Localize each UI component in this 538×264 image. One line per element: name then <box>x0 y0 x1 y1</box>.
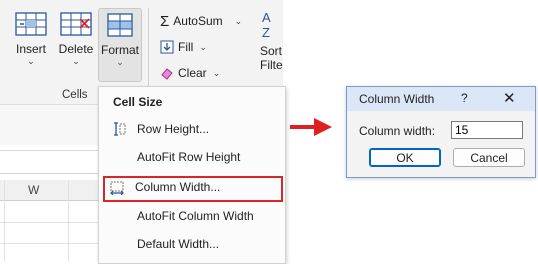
sort-filter-button[interactable]: AZ Sort Filte <box>256 10 283 80</box>
group-divider <box>148 8 149 98</box>
chevron-down-icon: ⌄ <box>116 57 124 67</box>
format-menu: Cell Size Row Height... AutoFit Row Heig… <box>98 86 286 264</box>
delete-label: Delete <box>58 42 94 56</box>
insert-button[interactable]: Insert ⌄ <box>10 8 52 80</box>
ribbon-bottom-strip <box>0 104 98 145</box>
help-icon[interactable]: ? <box>461 91 468 105</box>
formula-bar[interactable] <box>0 150 100 174</box>
autosum-button[interactable]: Σ AutoSum ⌄ <box>160 12 242 30</box>
arrow-right-icon <box>314 118 332 136</box>
chevron-down-icon: ⌄ <box>234 15 243 26</box>
gridline <box>0 243 98 244</box>
gridline <box>68 180 69 262</box>
chevron-down-icon: ⌄ <box>212 67 221 78</box>
menu-item-label: Row Height... <box>137 122 210 136</box>
gridline <box>0 222 98 223</box>
fill-button[interactable]: Fill ⌄ <box>160 38 207 56</box>
dialog-title: Column Width <box>359 92 435 106</box>
eraser-icon <box>161 68 173 80</box>
clear-button[interactable]: Clear ⌄ <box>160 64 220 82</box>
fill-down-icon <box>160 40 174 54</box>
menu-item-row-height[interactable]: Row Height... <box>105 118 279 140</box>
filter-label: Filte <box>260 58 283 72</box>
menu-item-label: AutoFit Row Height <box>137 150 241 164</box>
dialog-title-bar: Column Width ? ✕ <box>347 87 535 111</box>
delete-cells-icon <box>60 12 92 36</box>
cells-group-label: Cells <box>62 89 88 101</box>
column-width-dialog: Column Width ? ✕ Column width: OK Cancel <box>346 86 536 178</box>
menu-item-label: Default Width... <box>137 237 220 251</box>
menu-item-label: AutoFit Column Width <box>137 209 254 223</box>
cancel-button[interactable]: Cancel <box>453 148 525 167</box>
column-header-label: W <box>28 183 40 197</box>
sort-az-icon: AZ <box>262 10 272 40</box>
delete-button[interactable]: Delete ⌄ <box>56 8 96 80</box>
close-icon[interactable]: ✕ <box>503 89 516 107</box>
insert-label: Insert <box>15 42 46 56</box>
menu-item-default-width[interactable]: Default Width... <box>105 233 279 255</box>
menu-item-autofit-column-width[interactable]: AutoFit Column Width <box>105 205 279 227</box>
autosum-label: AutoSum <box>173 14 223 28</box>
menu-item-column-width[interactable]: Column Width... <box>103 176 283 202</box>
clear-label: Clear <box>178 66 207 80</box>
chevron-down-icon: ⌄ <box>27 56 35 66</box>
column-width-input[interactable] <box>451 121 523 139</box>
column-width-label: Column width: <box>359 124 436 138</box>
column-header[interactable]: W <box>0 180 100 201</box>
format-button[interactable]: Format ⌄ <box>98 8 142 82</box>
menu-item-autofit-row-height[interactable]: AutoFit Row Height <box>105 146 279 168</box>
column-width-icon <box>110 181 124 195</box>
sort-label: Sort <box>260 44 283 58</box>
chevron-down-icon: ⌄ <box>199 41 207 52</box>
chevron-down-icon: ⌄ <box>72 56 80 66</box>
format-label: Format <box>100 43 139 57</box>
insert-cells-icon <box>15 12 47 36</box>
gridline <box>4 180 5 262</box>
menu-item-label: Column Width... <box>135 180 221 194</box>
sigma-icon: Σ <box>160 12 170 30</box>
fill-label: Fill <box>178 40 194 54</box>
menu-section-header: Cell Size <box>113 95 163 109</box>
row-height-icon <box>114 122 126 136</box>
ok-button[interactable]: OK <box>369 148 441 167</box>
format-cells-icon <box>107 13 133 37</box>
